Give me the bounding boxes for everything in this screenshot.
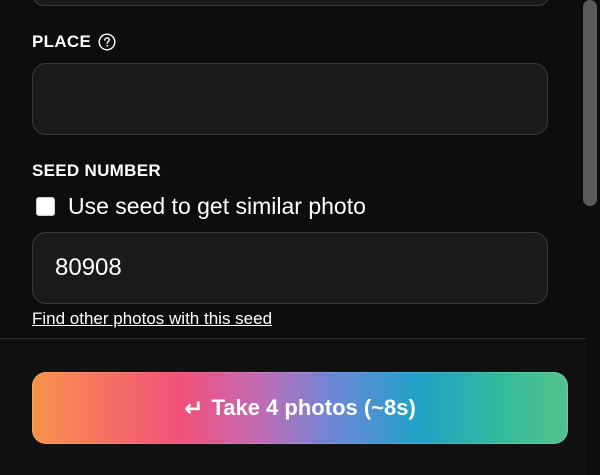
form-scroll-region[interactable]: PLACE SEED NUMBER Use seed to get simila…	[0, 0, 578, 338]
settings-panel: PLACE SEED NUMBER Use seed to get simila…	[0, 0, 600, 475]
panel-edge	[586, 338, 600, 475]
take-photos-button[interactable]: ↵ Take 4 photos (~8s)	[32, 372, 568, 444]
find-photos-with-seed-link[interactable]: Find other photos with this seed	[32, 309, 272, 329]
seed-number-input[interactable]	[32, 232, 548, 304]
place-input[interactable]	[32, 63, 548, 135]
question-circle-icon[interactable]	[98, 33, 116, 51]
place-label: PLACE	[32, 32, 92, 51]
previous-input-field[interactable]	[32, 0, 550, 6]
seed-label: SEED NUMBER	[32, 161, 161, 180]
take-photos-button-label: Take 4 photos (~8s)	[211, 395, 416, 420]
use-seed-checkbox-row[interactable]: Use seed to get similar photo	[36, 193, 366, 220]
place-label-row: PLACE	[32, 32, 116, 52]
scrollbar-thumb[interactable]	[583, 0, 597, 206]
enter-icon: ↵	[184, 394, 204, 421]
use-seed-checkbox[interactable]	[36, 197, 55, 216]
use-seed-checkbox-label: Use seed to get similar photo	[68, 193, 366, 219]
